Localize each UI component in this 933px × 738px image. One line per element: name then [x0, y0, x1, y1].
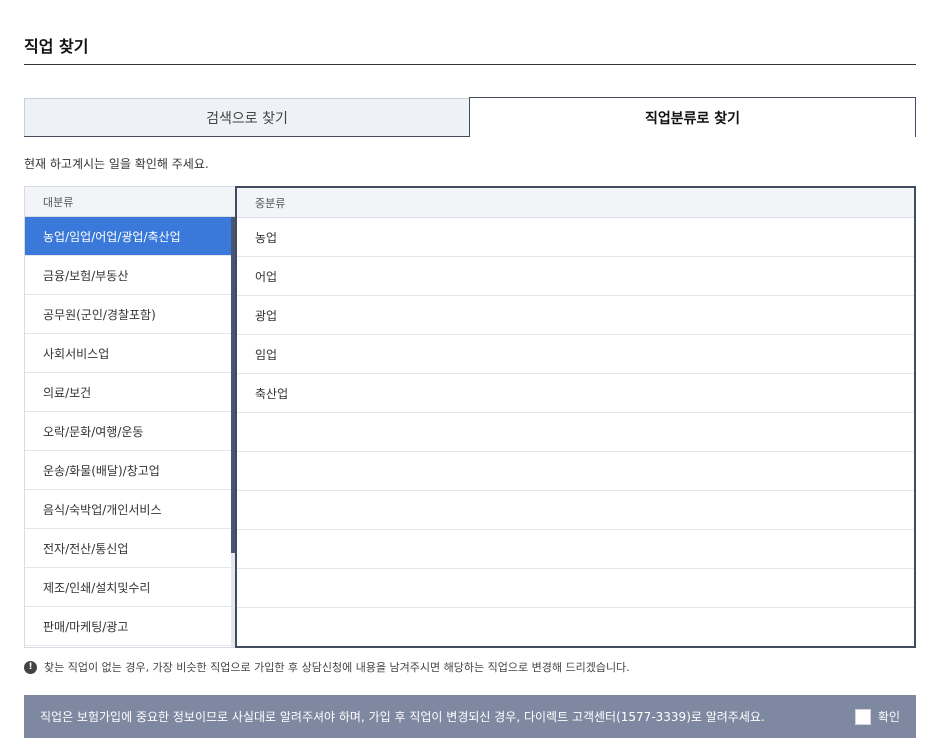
major-category-item[interactable]: 전자/전산/통신업 — [25, 529, 231, 568]
major-category-item[interactable]: 의료/보건 — [25, 373, 231, 412]
notice-text: 찾는 직업이 없는 경우, 가장 비슷한 직업으로 가입한 후 상담신청에 내용… — [44, 661, 630, 674]
middle-category-empty-row — [237, 452, 914, 491]
middle-category-item[interactable]: 임업 — [237, 335, 914, 374]
major-category-list: 농업/임업/어업/광업/축산업 금융/보험/부동산 공무원(군인/경찰포함) 사… — [25, 217, 231, 646]
tab-category[interactable]: 직업분류로 찾기 — [469, 97, 916, 137]
major-category-header: 대분류 — [25, 187, 236, 217]
major-category-item[interactable]: 사회서비스업 — [25, 334, 231, 373]
middle-category-empty-row — [237, 608, 914, 646]
confirm-label: 확인 — [877, 710, 900, 724]
tab-search[interactable]: 검색으로 찾기 — [24, 98, 470, 137]
confirm-checkbox[interactable]: 확인 — [854, 708, 900, 725]
middle-category-header: 중분류 — [237, 188, 914, 218]
major-category-item[interactable]: 운송/화물(배달)/창고업 — [25, 451, 231, 490]
middle-category-empty-row — [237, 569, 914, 608]
major-category-item[interactable]: 제조/인쇄/설치및수리 — [25, 568, 231, 607]
middle-category-item[interactable]: 농업 — [237, 218, 914, 257]
notice: ! 찾는 직업이 없는 경우, 가장 비슷한 직업으로 가입한 후 상담신청에 … — [24, 659, 630, 675]
bottom-confirm-bar: 직업은 보험가입에 중요한 정보이므로 사실대로 알려주셔야 하며, 가입 후 … — [24, 695, 916, 738]
middle-category-empty-row — [237, 413, 914, 452]
title-divider — [24, 64, 916, 65]
middle-category-item[interactable]: 어업 — [237, 257, 914, 296]
exclamation-icon: ! — [24, 660, 37, 674]
tab-bar: 검색으로 찾기 직업분류로 찾기 — [24, 97, 916, 137]
middle-category-item[interactable]: 광업 — [237, 296, 914, 335]
major-category-item[interactable]: 오락/문화/여행/운동 — [25, 412, 231, 451]
tab-underline — [24, 136, 470, 137]
major-category-item[interactable]: 농업/임업/어업/광업/축산업 — [25, 217, 231, 256]
major-category-panel: 대분류 농업/임업/어업/광업/축산업 금융/보험/부동산 공무원(군인/경찰포… — [24, 186, 236, 648]
middle-category-item[interactable]: 축산업 — [237, 374, 914, 413]
major-category-item[interactable]: 공무원(군인/경찰포함) — [25, 295, 231, 334]
bottom-notice-text: 직업은 보험가입에 중요한 정보이므로 사실대로 알려주셔야 하며, 가입 후 … — [40, 710, 765, 724]
major-category-item[interactable]: 금융/보험/부동산 — [25, 256, 231, 295]
major-category-item[interactable]: 판매/마케팅/광고 — [25, 607, 231, 646]
instruction-text: 현재 하고계시는 일을 확인해 주세요. — [24, 157, 209, 171]
checkbox-box[interactable] — [854, 708, 871, 725]
page-title: 직업 찾기 — [24, 37, 89, 56]
middle-category-empty-row — [237, 530, 914, 569]
middle-category-empty-row — [237, 491, 914, 530]
middle-category-panel: 중분류 농업 어업 광업 임업 축산업 — [235, 186, 916, 648]
major-category-item[interactable]: 음식/숙박업/개인서비스 — [25, 490, 231, 529]
